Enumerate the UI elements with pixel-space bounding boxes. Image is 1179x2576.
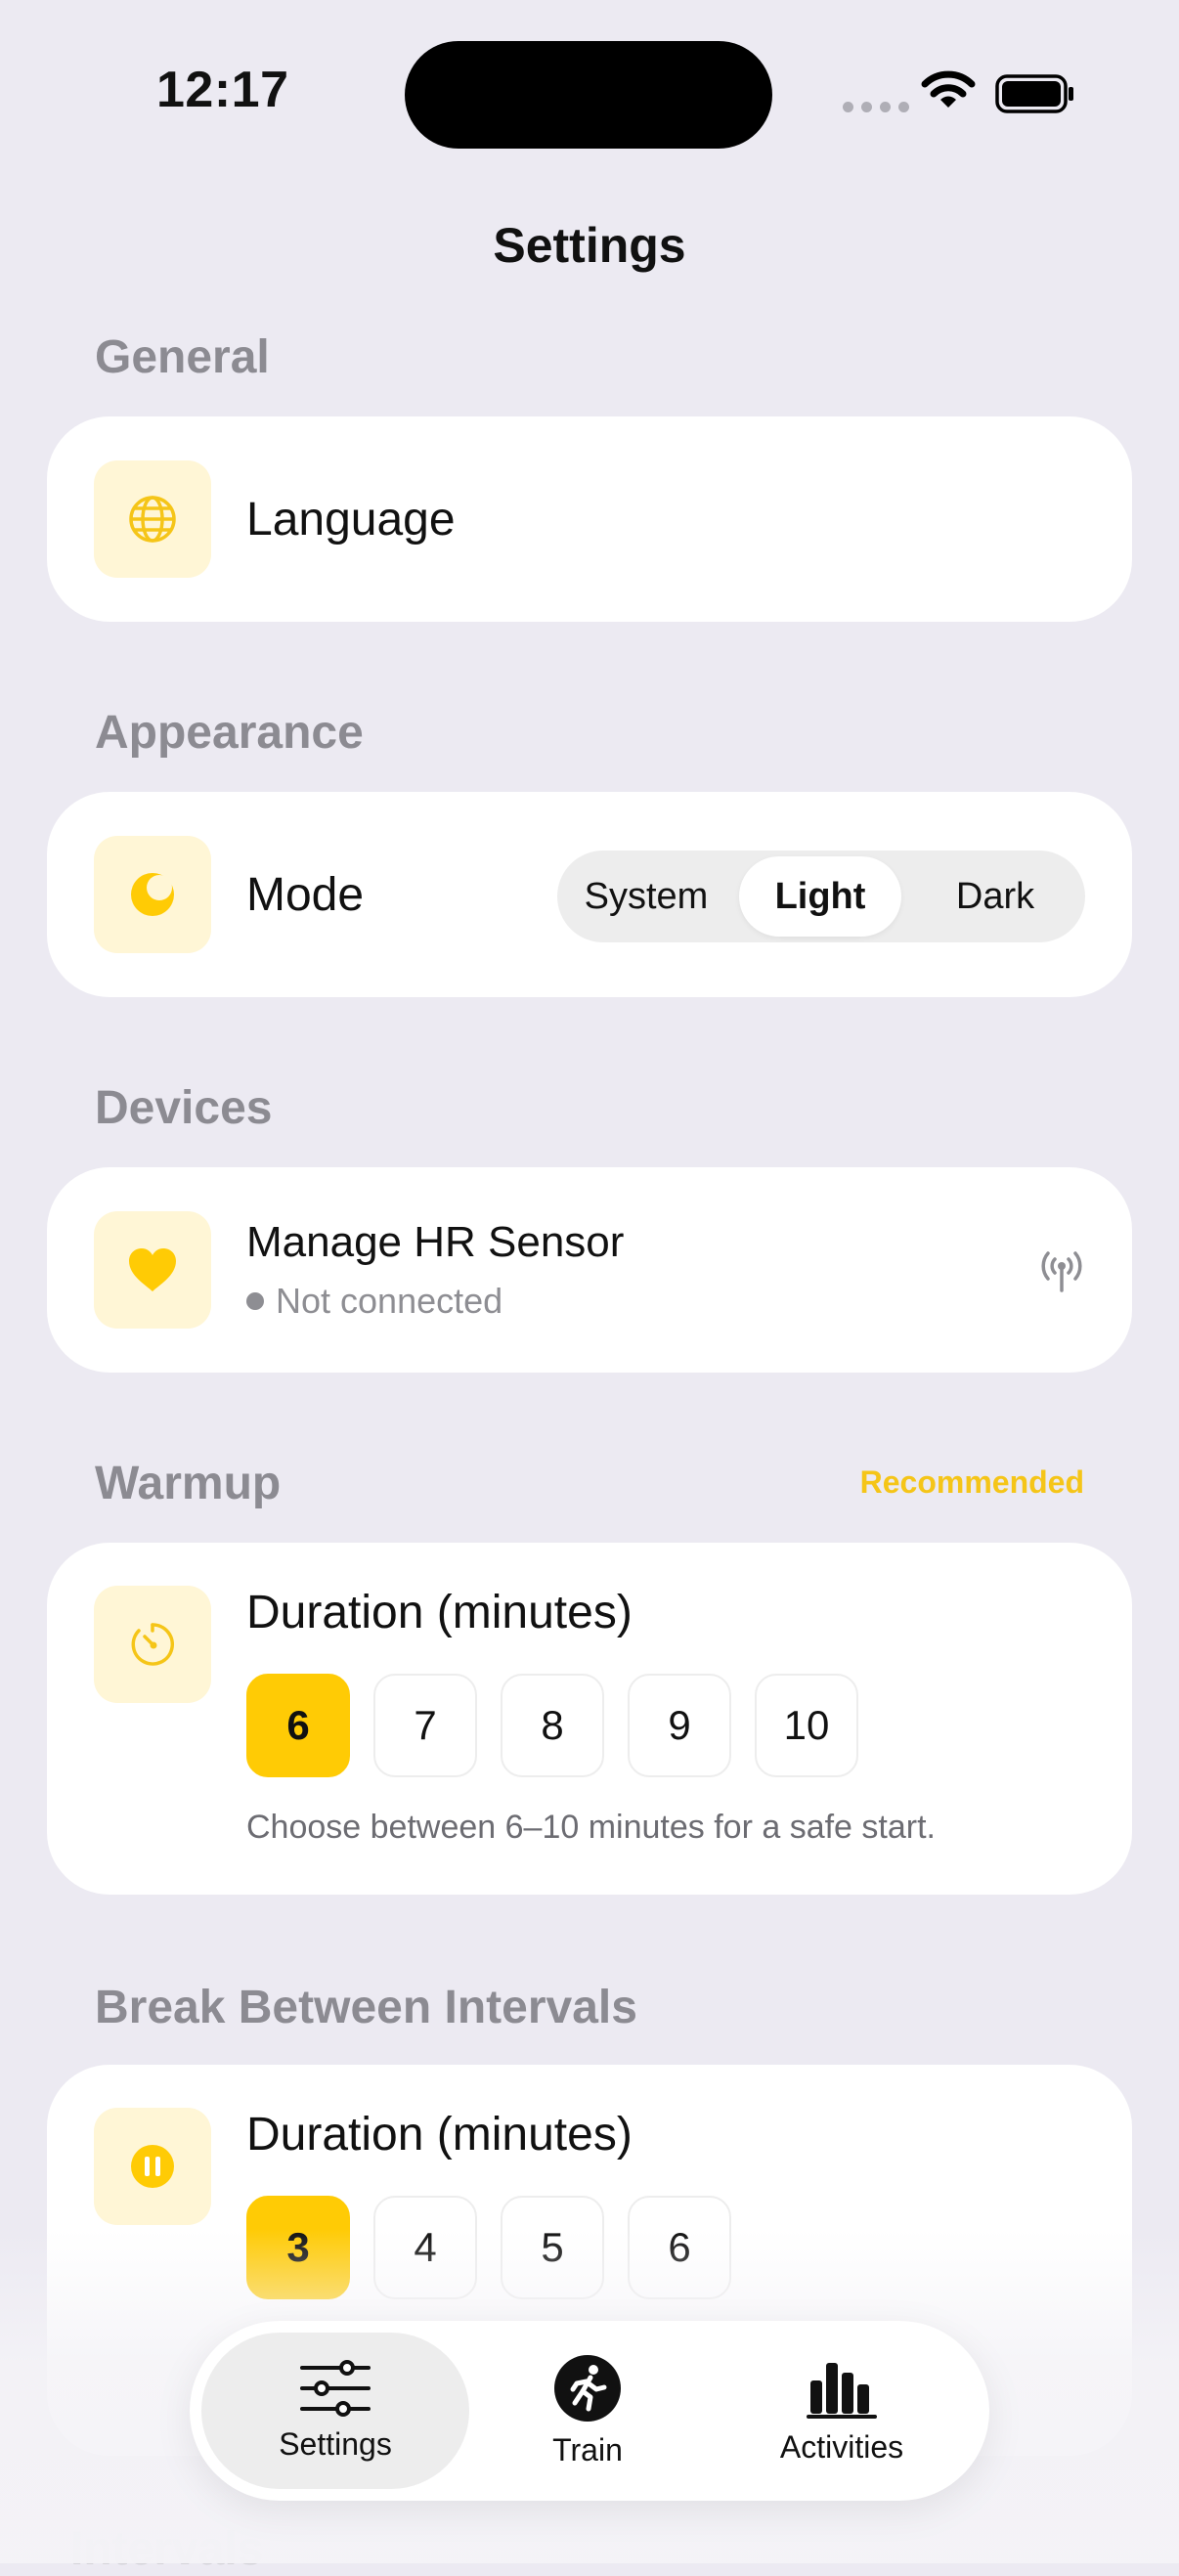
warmup-hint: Choose between 6–10 minutes for a safe s…: [246, 1809, 936, 1846]
mode-option-system[interactable]: System: [563, 856, 729, 937]
mode-label: Mode: [246, 869, 365, 921]
pause-icon: [94, 2108, 211, 2225]
heart-icon: [94, 1211, 211, 1329]
globe-icon: [94, 460, 211, 578]
section-label-break: Break Between Intervals: [95, 1982, 637, 2033]
warmup-option-7[interactable]: 7: [373, 1674, 477, 1777]
antenna-icon: [1041, 1251, 1082, 1292]
status-time: 12:17: [156, 62, 289, 118]
section-label-general: General: [95, 331, 270, 383]
tab-train-label: Train: [552, 2431, 623, 2467]
section-label-warmup: Warmup: [95, 1458, 282, 1509]
moon-icon: [94, 836, 211, 953]
battery-icon: [995, 74, 1073, 113]
warmup-card: Duration (minutes) 6 7 8 9 10 Choose bet…: [47, 1543, 1132, 1895]
signal-dots-icon: [843, 102, 909, 112]
timer-icon: [94, 1586, 211, 1703]
warmup-option-8[interactable]: 8: [501, 1674, 604, 1777]
mode-segmented-control: System Light Dark: [557, 851, 1085, 942]
section-label-appearance: Appearance: [95, 707, 364, 759]
dynamic-island: [405, 41, 772, 149]
tab-settings-label: Settings: [279, 2425, 392, 2462]
mode-option-dark[interactable]: Dark: [911, 856, 1079, 937]
mode-option-light[interactable]: Light: [739, 856, 901, 937]
tab-settings[interactable]: Settings: [201, 2333, 469, 2489]
tab-bar: Settings Train Activities: [190, 2321, 989, 2501]
tab-activities-label: Activities: [779, 2428, 904, 2465]
hr-sensor-status: Not connected: [246, 1281, 502, 1322]
bar-chart-icon: [807, 2362, 877, 2419]
warmup-option-6[interactable]: 6: [246, 1674, 350, 1777]
warmup-duration-label: Duration (minutes): [246, 1587, 633, 1638]
tab-train[interactable]: Train: [483, 2333, 692, 2489]
language-row[interactable]: Language: [47, 416, 1132, 622]
language-label: Language: [246, 494, 456, 546]
warmup-option-9[interactable]: 9: [628, 1674, 731, 1777]
hr-sensor-label: Manage HR Sensor: [246, 1218, 625, 1266]
hr-sensor-status-text: Not connected: [276, 1281, 503, 1321]
runner-icon: [554, 2354, 621, 2422]
warmup-duration-options: 6 7 8 9 10: [246, 1674, 858, 1777]
warmup-option-10[interactable]: 10: [755, 1674, 858, 1777]
mode-row: Mode System Light Dark: [47, 792, 1132, 997]
recommended-badge: Recommended: [859, 1464, 1084, 1500]
sliders-icon: [300, 2359, 371, 2417]
tab-activities[interactable]: Activities: [708, 2333, 976, 2489]
hr-sensor-row[interactable]: Manage HR Sensor Not connected: [47, 1167, 1132, 1373]
break-duration-label: Duration (minutes): [246, 2109, 633, 2161]
status-dot: [246, 1292, 264, 1310]
section-label-devices: Devices: [95, 1082, 273, 1134]
wifi-icon: [921, 70, 976, 108]
page-title: Settings: [493, 218, 686, 273]
